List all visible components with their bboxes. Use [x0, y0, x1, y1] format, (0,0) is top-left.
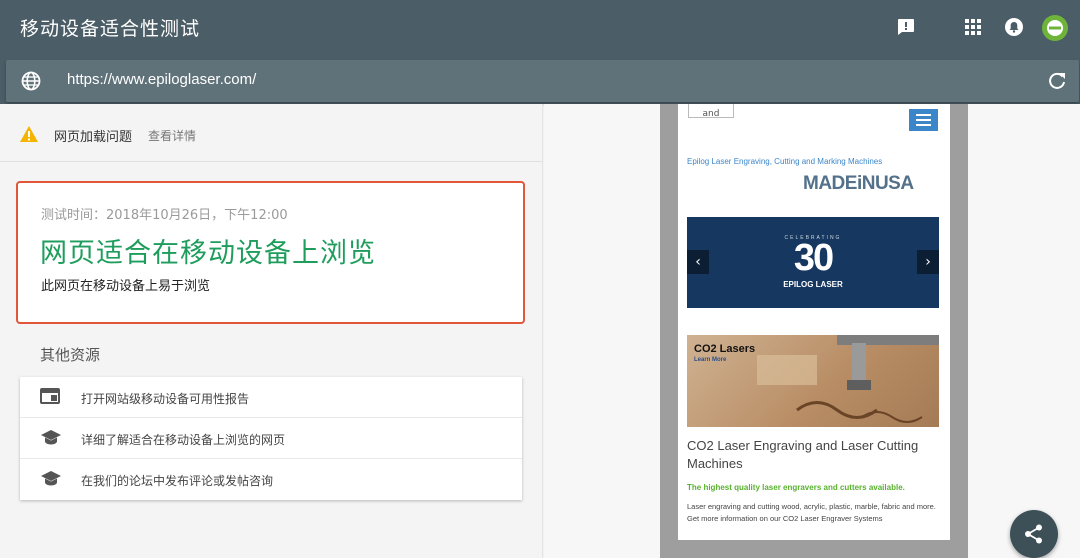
learn-more-link[interactable]: Learn More: [694, 357, 726, 363]
resource-item-usability-report[interactable]: 打开网站级移动设备可用性报告: [20, 377, 522, 418]
url-input[interactable]: https://www.epiloglaser.com/: [67, 71, 256, 88]
banner-number: 30: [793, 237, 834, 279]
view-details-link[interactable]: 查看详情: [148, 127, 196, 144]
app-bar: 移动设备适合性测试 https://www.epiloglaser.com/: [0, 0, 1080, 104]
apps-grid-icon[interactable]: [960, 14, 986, 40]
co2-laser-image[interactable]: CO2 Lasers Learn More: [687, 335, 939, 427]
account-avatar-icon[interactable]: [1041, 14, 1069, 42]
phone-frame: and Epilog Laser Engraving, Cutting and …: [660, 104, 968, 558]
resource-item-learn-more[interactable]: 详细了解适合在移动设备上浏览的网页: [20, 418, 522, 459]
carousel-prev-icon[interactable]: ‹: [687, 250, 709, 274]
graduation-cap-icon: [41, 430, 61, 445]
resource-label: 详细了解适合在移动设备上浏览的网页: [81, 433, 286, 447]
site-tagline: Epilog Laser Engraving, Cutting and Mark…: [687, 157, 883, 166]
graduation-cap-icon: [41, 471, 61, 486]
site-logo: and: [688, 104, 734, 118]
banner-brand: EPILOG LASER: [783, 280, 843, 289]
other-resources-title: 其他资源: [40, 346, 101, 364]
report-window-icon: [40, 388, 60, 404]
article-highlight: The highest quality laser engravers and …: [687, 483, 905, 492]
resource-label: 打开网站级移动设备可用性报告: [81, 392, 250, 406]
page-loading-issues-row: 网页加载问题 查看详情: [0, 104, 543, 162]
made-in-usa-logo: MADEiNUSA: [803, 173, 914, 194]
carousel-next-icon[interactable]: ›: [917, 250, 939, 274]
rendered-page-screenshot[interactable]: and Epilog Laser Engraving, Cutting and …: [678, 104, 950, 540]
result-card: 测试时间：2018年10月26日，下午12:00 网页适合在移动设备上浏览 此网…: [16, 181, 525, 324]
carousel-banner[interactable]: CELEBRATING 30 EPILOG LASER ‹ ›: [687, 217, 939, 308]
preview-pane: and Epilog Laser Engraving, Cutting and …: [544, 104, 1080, 558]
globe-icon: [21, 71, 41, 91]
warning-icon: [20, 126, 38, 142]
url-bar[interactable]: https://www.epiloglaser.com/: [6, 60, 1079, 102]
resource-label: 在我们的论坛中发布评论或发帖咨询: [81, 474, 274, 488]
resources-list: 打开网站级移动设备可用性报告 详细了解适合在移动设备上浏览的网页 在我们的论坛中…: [20, 377, 522, 500]
page-loading-issues-label: 网页加载问题: [54, 130, 133, 145]
resource-item-forum[interactable]: 在我们的论坛中发布评论或发帖咨询: [20, 459, 522, 500]
menu-icon[interactable]: [909, 109, 938, 131]
share-button[interactable]: [1010, 510, 1058, 558]
notifications-icon[interactable]: [1001, 14, 1027, 40]
share-icon: [1025, 524, 1042, 544]
result-subline: 此网页在移动设备上易于浏览: [41, 279, 211, 294]
results-pane: 网页加载问题 查看详情 测试时间：2018年10月26日，下午12:00 网页适…: [0, 104, 543, 558]
feedback-icon[interactable]: [893, 14, 919, 40]
test-time: 测试时间：2018年10月26日，下午12:00: [41, 208, 288, 223]
app-title: 移动设备适合性测试: [20, 18, 201, 40]
co2-lasers-title: CO2 Lasers: [694, 343, 756, 355]
refresh-icon[interactable]: [1047, 71, 1067, 91]
article-title[interactable]: CO2 Laser Engraving and Laser Cutting Ma…: [687, 437, 942, 473]
result-headline: 网页适合在移动设备上浏览: [40, 238, 376, 269]
article-body: Laser engraving and cutting wood, acryli…: [687, 502, 936, 523]
